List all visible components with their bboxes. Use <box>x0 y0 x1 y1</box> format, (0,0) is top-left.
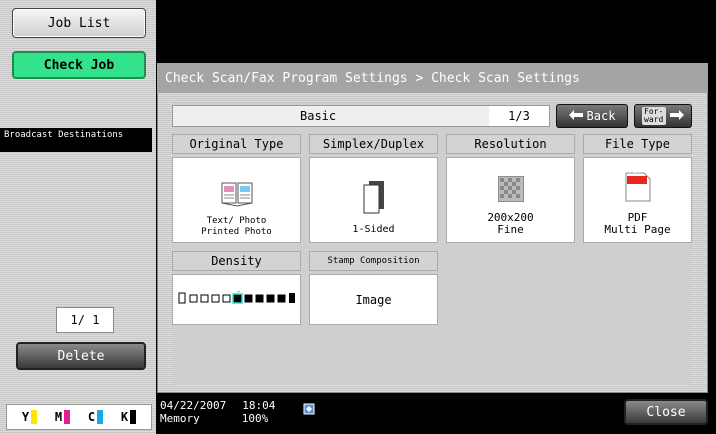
forward-label: For- ward <box>642 107 666 125</box>
back-button[interactable]: Back <box>556 104 628 128</box>
stamp-composition-value: Image <box>309 274 438 325</box>
toner-magenta: M <box>55 410 71 424</box>
stamp-composition-text: Image <box>355 292 392 307</box>
arrow-left-icon <box>568 109 583 123</box>
toner-cyan: C <box>88 410 104 424</box>
toner-levels: Y M C K <box>6 404 152 430</box>
memory-value: 100% <box>241 412 269 425</box>
original-type-line1: Text/ Photo <box>206 216 267 226</box>
pdf-badge-label: PDF <box>629 167 642 175</box>
simplex-duplex-value: 1-Sided <box>309 157 438 243</box>
density-header: Density <box>172 251 301 271</box>
text-photo-icon <box>220 181 254 211</box>
forward-button[interactable]: For- ward <box>634 104 692 128</box>
toner-black: K <box>121 410 137 424</box>
status-bar: 04/22/2007 18:04 Memory 100% <box>160 399 275 425</box>
resolution-header: Resolution <box>446 134 575 154</box>
job-list-button[interactable]: Job List <box>12 8 146 38</box>
panel-title: Check Scan/Fax Program Settings > Check … <box>157 63 708 93</box>
original-type-line2: Printed Photo <box>201 227 272 237</box>
delete-button[interactable]: Delete <box>16 342 146 370</box>
simplex-duplex-header: Simplex/Duplex <box>309 134 438 154</box>
file-type-line2: Multi Page <box>604 223 671 236</box>
arrow-right-icon <box>670 109 684 123</box>
original-type-value: Text/ Photo Printed Photo <box>172 157 301 243</box>
toner-yellow: Y <box>22 410 38 424</box>
basic-tab-label: Basic <box>300 109 337 123</box>
status-time: 18:04 <box>242 399 276 412</box>
stamp-composition-header: Stamp Composition <box>309 251 438 271</box>
density-value <box>172 274 301 325</box>
density-scale-icon <box>178 290 296 309</box>
settings-page-indicator: 1/3 <box>489 106 549 126</box>
resolution-line2: Fine <box>497 223 524 236</box>
close-button[interactable]: Close <box>624 399 708 425</box>
file-type-header: File Type <box>583 134 692 154</box>
resolution-grid-icon <box>497 175 524 206</box>
simplex-duplex-text: 1-Sided <box>352 224 395 235</box>
memory-label: Memory <box>160 412 200 425</box>
pdf-file-icon <box>625 172 651 206</box>
page-counter: 1/ 1 <box>56 307 114 333</box>
check-job-button[interactable]: Check Job <box>12 51 146 79</box>
status-date: 04/22/2007 <box>160 399 227 412</box>
broadcast-destinations-label[interactable]: Broadcast Destinations <box>0 128 152 152</box>
network-status-icon <box>303 400 315 415</box>
resolution-value: 200x200 Fine <box>446 157 575 243</box>
original-type-header: Original Type <box>172 134 301 154</box>
single-sided-icon <box>362 180 386 218</box>
